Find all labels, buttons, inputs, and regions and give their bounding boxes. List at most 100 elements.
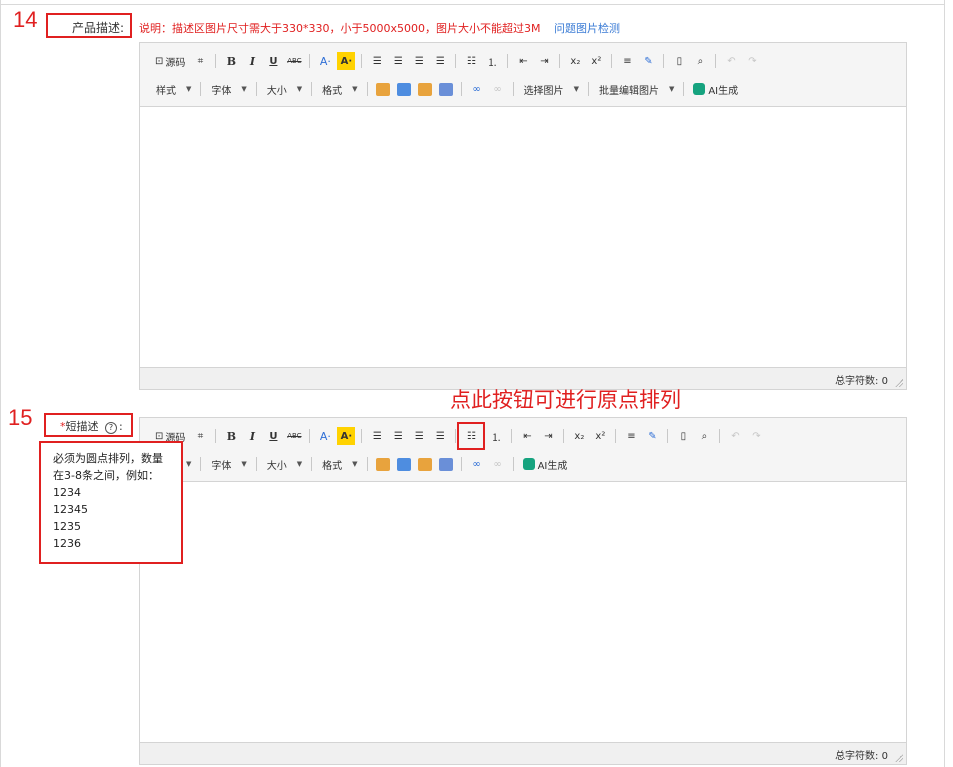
separator xyxy=(215,54,217,68)
font-color-button[interactable]: A· xyxy=(316,427,334,445)
format-dropdown[interactable]: 格式 ▼ xyxy=(318,82,361,97)
redo-icon[interactable]: ↷ xyxy=(743,52,761,70)
help-icon[interactable]: ? xyxy=(105,422,117,434)
superscript-button[interactable]: x² xyxy=(587,52,605,70)
highlight-button[interactable]: A· xyxy=(337,52,356,70)
strikethrough-button[interactable]: ABC xyxy=(285,427,303,445)
subscript-button[interactable]: x₂ xyxy=(570,427,588,445)
format-painter-icon[interactable]: ✎ xyxy=(643,427,661,445)
product-desc-note-text: 说明：描述区图片尺寸需大于330*330，小于5000x5000，图片大小不能超… xyxy=(139,22,541,35)
word-count: 总字符数: 0 xyxy=(835,751,888,762)
underline-button[interactable]: U xyxy=(264,427,282,445)
align-justify-icon[interactable]: ☰ xyxy=(431,427,449,445)
product-desc-edit-area[interactable] xyxy=(140,107,906,367)
italic-button[interactable]: I xyxy=(243,52,261,70)
link-icon[interactable]: ∞ xyxy=(468,80,486,98)
numbered-list-icon[interactable]: ⒈ xyxy=(487,427,505,445)
resize-grip-icon[interactable] xyxy=(895,754,903,762)
font-dropdown[interactable]: 字体 ▼ xyxy=(207,457,250,472)
editor-toolbar: ⊡ 源码 ⌗ B I U ABC A· A· ☰ ☰ ☰ ☰ ☷ ⒈ ⇤ ⇥ x₂… xyxy=(140,418,906,482)
size-dropdown[interactable]: 大小 ▼ xyxy=(263,457,306,472)
separator xyxy=(361,54,363,68)
short-desc-edit-area[interactable] xyxy=(140,482,906,742)
new-page-icon[interactable]: ▯ xyxy=(674,427,692,445)
format-dropdown[interactable]: 格式 ▼ xyxy=(318,457,361,472)
paste-text-icon[interactable] xyxy=(396,82,411,96)
tooltip-line: 1236 xyxy=(53,537,81,550)
outdent-icon[interactable]: ⇤ xyxy=(518,427,536,445)
align-right-icon[interactable]: ☰ xyxy=(410,52,428,70)
ai-generate-button[interactable]: AI生成 xyxy=(520,455,571,473)
ai-generate-button[interactable]: AI生成 xyxy=(690,80,741,98)
align-right-icon[interactable]: ☰ xyxy=(410,427,428,445)
align-center-icon[interactable]: ☰ xyxy=(389,427,407,445)
separator xyxy=(255,457,257,471)
superscript-button[interactable]: x² xyxy=(591,427,609,445)
align-left-icon[interactable]: ☰ xyxy=(368,52,386,70)
font-color-button[interactable]: A· xyxy=(316,52,334,70)
separator xyxy=(309,429,311,443)
preview-icon[interactable]: ⌕ xyxy=(695,427,713,445)
batch-edit-image-dropdown[interactable]: 批量编辑图片 ▼ xyxy=(595,82,678,97)
undo-icon[interactable]: ↶ xyxy=(726,427,744,445)
tooltip-line: 在3-8条之间，例如： xyxy=(53,469,159,482)
link-icon[interactable]: ∞ xyxy=(468,455,486,473)
horizontal-rule-icon[interactable]: ≡ xyxy=(622,427,640,445)
numbered-list-icon[interactable]: ⒈ xyxy=(483,52,501,70)
paste-icon[interactable] xyxy=(375,82,390,96)
unlink-icon[interactable]: ∞ xyxy=(489,455,507,473)
paste-icon[interactable] xyxy=(375,457,390,471)
align-justify-icon[interactable]: ☰ xyxy=(431,52,449,70)
undo-icon[interactable]: ↶ xyxy=(722,52,740,70)
italic-button[interactable]: I xyxy=(243,427,261,445)
new-page-icon[interactable]: ▯ xyxy=(670,52,688,70)
bold-button[interactable]: B xyxy=(222,52,240,70)
paste-text-icon[interactable] xyxy=(396,457,411,471)
page-top-border xyxy=(0,4,945,5)
indent-icon[interactable]: ⇥ xyxy=(539,427,557,445)
toolbar-row-1: ⊡ 源码 ⌗ B I U ABC A· A· ☰ ☰ ☰ ☰ ☷ ⒈ ⇤ ⇥ x₂… xyxy=(152,422,768,450)
source-button[interactable]: ⊡ 源码 xyxy=(152,52,188,70)
size-dropdown[interactable]: 大小 ▼ xyxy=(263,82,306,97)
preview-icon[interactable]: ⌕ xyxy=(691,52,709,70)
strikethrough-button[interactable]: ABC xyxy=(285,52,303,70)
table-icon[interactable] xyxy=(438,82,453,96)
align-center-icon[interactable]: ☰ xyxy=(389,52,407,70)
horizontal-rule-icon[interactable]: ≡ xyxy=(618,52,636,70)
select-image-dropdown[interactable]: 选择图片 ▼ xyxy=(520,82,583,97)
problem-image-check-link[interactable]: 问题图片检测 xyxy=(554,22,620,35)
ai-icon xyxy=(693,83,706,95)
word-count: 总字符数: 0 xyxy=(835,376,888,387)
fullscreen-icon[interactable]: ⌗ xyxy=(191,52,209,70)
bold-button[interactable]: B xyxy=(222,427,240,445)
style-dropdown[interactable]: 样式▼ xyxy=(152,82,195,97)
separator xyxy=(511,429,513,443)
bullet-list-icon[interactable]: ☷ xyxy=(462,52,480,70)
separator xyxy=(507,54,509,68)
chevron-down-icon: ▼ xyxy=(186,460,192,468)
toolbar-row-2: 样式 ▼ 字体 ▼ 大小 ▼ 格式 ▼ ∞ ∞ 选择图片 ▼ 批量编辑图片 ▼ AI生成 xyxy=(152,79,744,99)
separator xyxy=(200,82,202,96)
paste-word-icon[interactable] xyxy=(417,457,432,471)
unlink-icon[interactable]: ∞ xyxy=(489,80,507,98)
separator xyxy=(611,54,613,68)
product-desc-editor: ⊡ 源码 ⌗ B I U ABC A· A· ☰ ☰ ☰ ☰ ☷ ⒈ ⇤ ⇥ x₂… xyxy=(139,42,907,390)
tooltip-line: 1234 xyxy=(53,486,81,499)
indent-icon[interactable]: ⇥ xyxy=(535,52,553,70)
resize-grip-icon[interactable] xyxy=(895,379,903,387)
redo-icon[interactable]: ↷ xyxy=(747,427,765,445)
table-icon[interactable] xyxy=(438,457,453,471)
page-left-border xyxy=(0,0,1,767)
font-dropdown[interactable]: 字体 ▼ xyxy=(207,82,250,97)
align-left-icon[interactable]: ☰ xyxy=(368,427,386,445)
format-painter-icon[interactable]: ✎ xyxy=(639,52,657,70)
underline-button[interactable]: U xyxy=(264,52,282,70)
chevron-down-icon: ▼ xyxy=(668,85,675,93)
highlight-button[interactable]: A· xyxy=(337,427,356,445)
paste-word-icon[interactable] xyxy=(417,82,432,96)
separator xyxy=(715,54,717,68)
outdent-icon[interactable]: ⇤ xyxy=(514,52,532,70)
bullet-list-icon[interactable]: ☷ xyxy=(457,422,486,450)
fullscreen-icon[interactable]: ⌗ xyxy=(191,427,209,445)
subscript-button[interactable]: x₂ xyxy=(566,52,584,70)
